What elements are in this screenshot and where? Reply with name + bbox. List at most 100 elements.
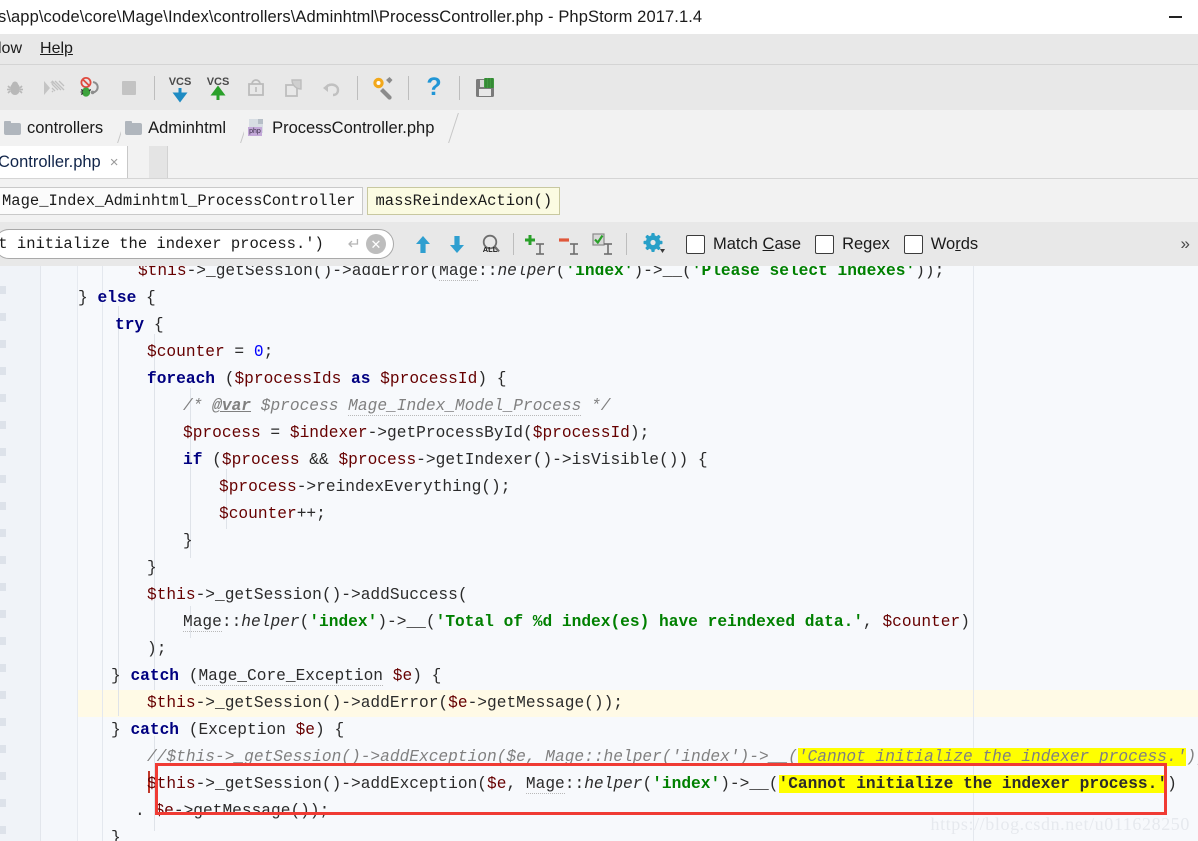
settings-icon[interactable]: [364, 69, 402, 107]
code-line: $counter++;: [219, 505, 326, 523]
code-line: . $e->getMessage());: [135, 802, 330, 820]
remove-occurrence-icon[interactable]: [553, 227, 587, 261]
code-content[interactable]: $this->_getSession()->addError(Mage::hel…: [78, 266, 1198, 841]
code-line: }: [183, 532, 193, 550]
help-icon[interactable]: ?: [415, 69, 453, 107]
minimize-button[interactable]: [1152, 0, 1198, 34]
fold-marker[interactable]: [0, 286, 6, 294]
select-all-occurrences-icon[interactable]: ALL: [474, 227, 508, 261]
words-option[interactable]: Words: [903, 234, 979, 254]
match-case-label: Match Case: [713, 234, 802, 253]
code-line: $this->_getSession()->addSuccess(: [147, 586, 468, 604]
fold-marker[interactable]: [0, 610, 6, 618]
help-icon-glyph: ?: [426, 73, 442, 101]
code-line: //$this->_getSession()->addException($e,…: [147, 748, 1198, 766]
add-occurrence-icon[interactable]: [519, 227, 553, 261]
code-line: } catch (Exception $e) {: [111, 721, 345, 739]
attach-debugger-icon[interactable]: [72, 69, 110, 107]
find-settings-icon[interactable]: [638, 227, 672, 261]
find-previous-icon[interactable]: [406, 227, 440, 261]
menu-item-window[interactable]: low: [0, 40, 31, 58]
menu-bar: low Help: [0, 34, 1198, 65]
stop-icon[interactable]: [110, 69, 148, 107]
match-case-checkbox[interactable]: [686, 234, 705, 254]
vcs-history-icon[interactable]: [237, 69, 275, 107]
regex-checkbox[interactable]: [815, 234, 835, 254]
find-overflow-icon[interactable]: »: [1181, 234, 1190, 254]
regex-option[interactable]: Regex: [815, 234, 890, 254]
tab-strip-filler: [149, 146, 168, 178]
code-line: } catch (Mage_Core_Exception $e) {: [111, 667, 442, 686]
nav-class-chip[interactable]: Mage_Index_Adminhtml_ProcessController: [0, 186, 364, 215]
nav-method-chip[interactable]: massReindexAction(): [367, 186, 561, 215]
toolbar-separator-1: [154, 75, 155, 100]
tab-label: Controller.php: [0, 152, 101, 171]
clear-search-icon[interactable]: ✕: [366, 234, 386, 254]
fold-marker[interactable]: [0, 745, 6, 753]
code-editor[interactable]: $this->_getSession()->addError(Mage::hel…: [0, 266, 1198, 841]
editor-gutter-annotations[interactable]: [41, 266, 78, 841]
code-line: } else {: [78, 289, 156, 307]
search-input[interactable]: ot initialize the indexer process.') ↵ ✕: [0, 229, 394, 259]
code-line: $this->_getSession()->addError($e->getMe…: [147, 694, 624, 712]
fold-marker[interactable]: [0, 637, 6, 645]
enter-icon: ↵: [347, 236, 361, 253]
fold-marker[interactable]: [0, 556, 6, 564]
code-line: /* @var $process Mage_Index_Model_Proces…: [183, 397, 611, 416]
fold-marker[interactable]: [0, 340, 6, 348]
close-icon[interactable]: ×: [110, 155, 119, 170]
fold-marker[interactable]: [0, 475, 6, 483]
breadcrumb-item-processcontroller[interactable]: php ProcessController.php: [244, 110, 441, 146]
fold-marker[interactable]: [0, 826, 6, 834]
debug-icon[interactable]: [0, 69, 34, 107]
window-title: s\app\code\core\Mage\Index\controllers\A…: [0, 7, 703, 26]
fold-marker[interactable]: [0, 502, 6, 510]
deploy-icon[interactable]: [466, 69, 504, 107]
fold-marker[interactable]: [0, 664, 6, 672]
words-checkbox[interactable]: [903, 234, 923, 254]
regex-label: Regex: [842, 234, 890, 253]
vcs-update-icon[interactable]: VCS: [161, 69, 199, 107]
find-next-icon[interactable]: [440, 227, 474, 261]
code-line: if ($process && $process->getIndexer()->…: [183, 451, 708, 469]
code-line: $process = $indexer->getProcessById($pro…: [183, 424, 650, 442]
fold-marker[interactable]: [0, 718, 6, 726]
svg-text:VCS: VCS: [169, 76, 192, 88]
select-all-carets-icon[interactable]: [587, 227, 621, 261]
code-line: }: [111, 829, 121, 841]
breadcrumb-separator: [232, 110, 244, 146]
structure-nav-bar: Mage_Index_Adminhtml_ProcessController m…: [0, 179, 1198, 223]
phpstorm-window: s\app\code\core\Mage\Index\controllers\A…: [0, 0, 1198, 841]
breadcrumb-item-adminhtml[interactable]: Adminhtml: [121, 110, 233, 146]
find-bar: ot initialize the indexer process.') ↵ ✕…: [0, 222, 1198, 267]
minimize-icon: [1168, 16, 1182, 18]
find-separator-2: [626, 233, 627, 255]
fold-marker[interactable]: [0, 394, 6, 402]
vcs-rollback-icon[interactable]: [313, 69, 351, 107]
folder-icon: [4, 121, 21, 135]
coverage-icon[interactable]: [34, 69, 72, 107]
fold-marker[interactable]: [0, 772, 6, 780]
breadcrumb-label: Adminhtml: [148, 118, 227, 137]
fold-marker[interactable]: [0, 691, 6, 699]
match-case-option[interactable]: Match Case: [686, 234, 802, 254]
breadcrumb: controllers Adminhtml php ProcessControl…: [0, 110, 1198, 146]
vcs-commit-icon[interactable]: VCS: [199, 69, 237, 107]
fold-marker[interactable]: [0, 583, 6, 591]
fold-marker[interactable]: [0, 421, 6, 429]
editor-gutter-line-numbers[interactable]: [0, 266, 41, 841]
words-label: Words: [930, 234, 979, 253]
fold-marker[interactable]: [0, 799, 6, 807]
fold-marker[interactable]: [0, 448, 6, 456]
fold-marker[interactable]: [0, 529, 6, 537]
fold-marker[interactable]: [0, 313, 6, 321]
vcs-compare-icon[interactable]: [275, 69, 313, 107]
fold-marker[interactable]: [0, 367, 6, 375]
code-line: try {: [115, 316, 164, 334]
tab-processcontroller-php[interactable]: Controller.php ×: [0, 146, 128, 178]
breadcrumb-separator: [440, 110, 452, 146]
code-line: $counter = 0;: [147, 343, 274, 361]
fold-markers: [0, 266, 12, 841]
menu-item-help[interactable]: Help: [31, 40, 82, 58]
breadcrumb-item-controllers[interactable]: controllers: [0, 110, 110, 146]
